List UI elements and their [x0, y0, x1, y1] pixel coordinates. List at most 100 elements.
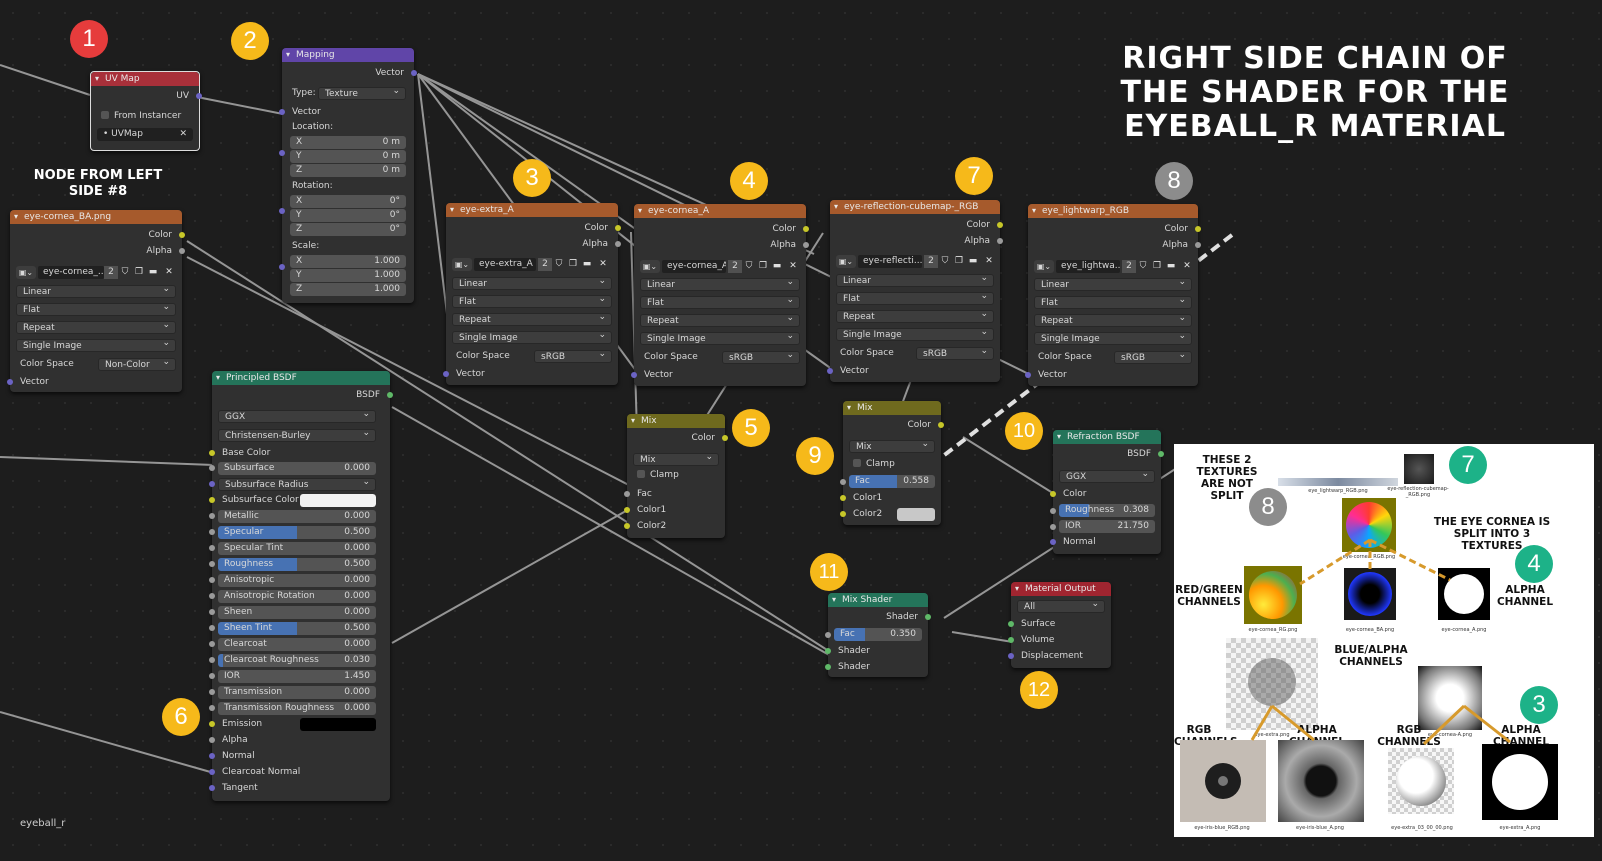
texture-header[interactable]: eye-reflection-cubemap-_RGB	[830, 200, 1000, 214]
shield-icon[interactable]: ⛉	[1138, 260, 1148, 273]
extension-dropdown[interactable]: Repeat	[836, 310, 994, 323]
source-dropdown[interactable]: Single Image	[640, 332, 800, 345]
socket-shader2[interactable]	[825, 664, 831, 670]
image-name[interactable]: eye_lightwa...	[1056, 260, 1120, 273]
bsdf-param-field[interactable]: Clearcoat Roughness 0.030	[218, 654, 376, 667]
texture-header[interactable]: eye-cornea_BA.png	[10, 210, 182, 224]
extension-dropdown[interactable]: Repeat	[452, 313, 612, 326]
image-name[interactable]: eye-cornea_...	[38, 266, 104, 279]
source-dropdown[interactable]: Single Image	[16, 339, 176, 352]
socket-vector-in[interactable]	[1025, 372, 1031, 378]
socket-color-out[interactable]	[997, 222, 1003, 228]
bsdf-param-field[interactable]: Sheen Tint 0.500	[218, 622, 376, 635]
socket-param[interactable]	[209, 657, 215, 663]
socket-tangent[interactable]	[209, 785, 215, 791]
socket-color-out[interactable]	[179, 232, 185, 238]
bsdf-param-field[interactable]: Metallic 0.000	[218, 510, 376, 523]
socket-location[interactable]	[279, 150, 285, 156]
socket-uv[interactable]	[196, 93, 202, 99]
clamp-checkbox[interactable]	[853, 459, 861, 467]
socket-param[interactable]	[209, 481, 215, 487]
color2-swatch[interactable]	[897, 508, 935, 521]
texture-header[interactable]: eye-extra_A	[446, 203, 618, 217]
socket-vector-in[interactable]	[631, 372, 637, 378]
close-icon[interactable]: ✕	[788, 260, 798, 273]
roughness-slider[interactable]: Roughness 0.308	[1059, 504, 1155, 517]
socket-color[interactable]	[1050, 491, 1056, 497]
clear-icon[interactable]: ✕	[179, 128, 187, 141]
clamp-checkbox[interactable]	[637, 470, 645, 478]
bsdf-param-field[interactable]: Specular Tint 0.000	[218, 542, 376, 555]
rotation-x-field[interactable]: X 0°	[290, 195, 406, 208]
bsdf-param-field[interactable]: Anisotropic Rotation 0.000	[218, 590, 376, 603]
mix-header[interactable]: Mix	[627, 414, 725, 428]
socket-shader-out[interactable]	[925, 614, 931, 620]
socket-emission[interactable]	[209, 721, 215, 727]
from-instancer-row[interactable]: From Instancer	[91, 109, 199, 123]
distribution-dropdown[interactable]: GGX	[1059, 470, 1155, 483]
image-users[interactable]: 2	[104, 266, 118, 279]
socket-bsdf-out[interactable]	[1158, 451, 1164, 457]
duplicate-icon[interactable]: ❐	[1152, 260, 1162, 273]
image-selector[interactable]: ▣⌄ eye-cornea_A 2 ⛉ ❐ ▬ ✕	[640, 260, 802, 274]
socket-fac[interactable]	[624, 491, 630, 497]
color-space-dropdown[interactable]: sRGB	[534, 350, 612, 363]
subsurface-color-swatch[interactable]	[300, 494, 376, 507]
blend-mode-dropdown[interactable]: Mix	[633, 453, 719, 466]
color-space-dropdown[interactable]: sRGB	[722, 351, 800, 364]
image-users[interactable]: 2	[924, 255, 938, 268]
socket-color2[interactable]	[840, 511, 846, 517]
bsdf-param-field[interactable]: Subsurface 0.000	[218, 462, 376, 475]
mapping-type-dropdown[interactable]: Texture	[318, 87, 406, 100]
close-icon[interactable]: ✕	[1182, 260, 1192, 273]
refraction-bsdf-node[interactable]: Refraction BSDF BSDF GGX Color Roughness…	[1050, 430, 1164, 554]
socket-vector-in[interactable]	[827, 368, 833, 374]
color-space-dropdown[interactable]: sRGB	[1114, 351, 1192, 364]
bsdf-param-field[interactable]: Subsurface Color	[218, 494, 376, 507]
image-browse-icon[interactable]: ▣⌄	[1034, 260, 1054, 273]
image-browse-icon[interactable]: ▣⌄	[452, 258, 472, 271]
image-selector[interactable]: ▣⌄ eye-reflecti... 2 ⛉ ❐ ▬ ✕	[836, 255, 996, 269]
location-z-field[interactable]: Z 0 m	[290, 164, 406, 177]
image-users[interactable]: 2	[538, 258, 552, 271]
uv-map-header[interactable]: UV Map	[91, 72, 199, 86]
socket-color1[interactable]	[624, 507, 630, 513]
socket-alpha-out[interactable]	[615, 241, 621, 247]
socket-vector-out[interactable]	[411, 70, 417, 76]
bsdf-param-field[interactable]: IOR 1.450	[218, 670, 376, 683]
bsdf-param-field[interactable]: Specular 0.500	[218, 526, 376, 539]
socket-base-color[interactable]	[209, 450, 215, 456]
socket-color-out[interactable]	[722, 435, 728, 441]
interpolation-dropdown[interactable]: Linear	[836, 274, 994, 287]
image-selector[interactable]: ▣⌄ eye_lightwa... 2 ⛉ ❐ ▬ ✕	[1034, 260, 1194, 274]
rotation-z-field[interactable]: Z 0°	[290, 223, 406, 236]
socket-color-out[interactable]	[615, 225, 621, 231]
scale-x-field[interactable]: X 1.000	[290, 255, 406, 268]
interpolation-dropdown[interactable]: Linear	[452, 277, 612, 290]
refraction-header[interactable]: Refraction BSDF	[1053, 430, 1161, 444]
socket-param[interactable]	[209, 497, 215, 503]
from-instancer-checkbox[interactable]	[101, 111, 109, 119]
socket-param[interactable]	[209, 641, 215, 647]
close-icon[interactable]: ✕	[984, 255, 994, 268]
shield-icon[interactable]: ⛉	[744, 260, 754, 273]
blend-mode-dropdown[interactable]: Mix	[849, 440, 935, 453]
socket-param[interactable]	[209, 561, 215, 567]
close-icon[interactable]: ✕	[164, 266, 174, 279]
clamp-row[interactable]: Clamp	[843, 457, 941, 471]
socket-vector-in[interactable]	[7, 379, 13, 385]
mix-shader-node[interactable]: Mix Shader Shader Fac 0.350 Shader Shader	[825, 593, 931, 677]
rotation-y-field[interactable]: Y 0°	[290, 209, 406, 222]
socket-rotation[interactable]	[279, 208, 285, 214]
folder-icon[interactable]: ▬	[148, 266, 158, 279]
socket-normal[interactable]	[1050, 539, 1056, 545]
texture-node-eye-cornea[interactable]: eye-cornea_A Color Alpha ▣⌄ eye-cornea_A…	[631, 204, 809, 386]
bsdf-param-field[interactable]: Subsurface Radius	[218, 478, 376, 491]
socket-displacement[interactable]	[1008, 653, 1014, 659]
socket-color1[interactable]	[840, 495, 846, 501]
socket-param[interactable]	[209, 577, 215, 583]
socket-param[interactable]	[209, 529, 215, 535]
socket-ior[interactable]	[1050, 524, 1056, 530]
image-users[interactable]: 2	[728, 260, 742, 273]
socket-color-out[interactable]	[938, 422, 944, 428]
